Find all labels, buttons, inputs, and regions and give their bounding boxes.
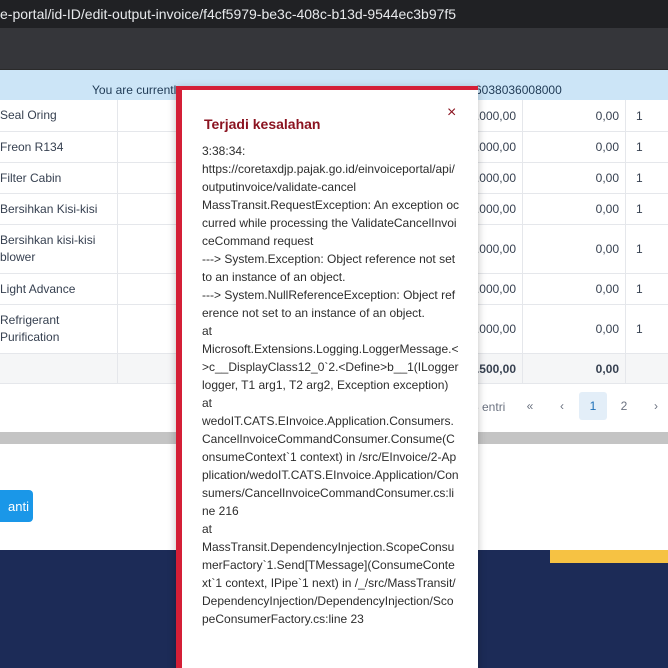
item-name: Seal Oring — [0, 100, 118, 131]
item-discount: 0,00 — [523, 225, 626, 273]
footer-accent-bar — [550, 550, 668, 563]
item-name: Freon R134 — [0, 132, 118, 162]
item-discount: 0,00 — [523, 100, 626, 131]
item-extra: 1 — [636, 322, 643, 336]
action-button[interactable]: anti — [0, 490, 33, 522]
empty-cell — [118, 163, 178, 193]
browser-toolbar — [0, 28, 668, 70]
total-discount: 0,00 — [523, 354, 626, 383]
dialog-title: Terjadi kesalahan — [204, 116, 321, 132]
next-page-button[interactable]: › — [642, 392, 668, 420]
item-name: Filter Cabin — [0, 163, 118, 193]
item-extra: 1 — [636, 202, 643, 216]
browser-url-bar[interactable]: e-portal/id-ID/edit-output-invoice/f4cf5… — [0, 0, 668, 28]
empty-cell — [118, 274, 178, 304]
empty-cell — [626, 354, 668, 383]
prev-page-button[interactable]: ‹ — [548, 392, 576, 420]
item-name: Bersihkan kisi-kisi blower — [0, 225, 118, 273]
item-name: Light Advance — [0, 274, 118, 304]
empty-cell — [118, 100, 178, 131]
item-extra: 1 — [636, 108, 643, 123]
empty-cell — [118, 354, 178, 383]
url-text: e-portal/id-ID/edit-output-invoice/f4cf5… — [0, 6, 457, 22]
empty-cell — [118, 194, 178, 224]
close-icon[interactable]: × — [447, 104, 456, 122]
page: e-portal/id-ID/edit-output-invoice/f4cf5… — [0, 0, 668, 668]
item-name: Refrigerant Purification — [0, 305, 118, 353]
error-message: 3:38:34: https://coretaxdjp.pajak.go.id/… — [202, 144, 460, 626]
empty-cell — [118, 305, 178, 353]
item-discount: 0,00 — [523, 274, 626, 304]
item-discount: 0,00 — [523, 132, 626, 162]
first-page-button[interactable]: « — [516, 392, 544, 420]
empty-cell — [118, 225, 178, 273]
item-name: Bersihkan Kisi-kisi — [0, 194, 118, 224]
page-1-button[interactable]: 1 — [579, 392, 607, 420]
empty-cell — [0, 354, 118, 383]
item-extra: 1 — [636, 171, 643, 185]
item-discount: 0,00 — [523, 163, 626, 193]
item-extra: 1 — [636, 282, 643, 296]
item-discount: 0,00 — [523, 194, 626, 224]
item-extra: 1 — [636, 242, 643, 256]
error-dialog: Terjadi kesalahan × 3:38:34: https://cor… — [176, 86, 478, 668]
page-2-button[interactable]: 2 — [610, 392, 638, 420]
item-discount: 0,00 — [523, 305, 626, 353]
empty-cell — [118, 132, 178, 162]
item-extra: 1 — [636, 140, 643, 154]
